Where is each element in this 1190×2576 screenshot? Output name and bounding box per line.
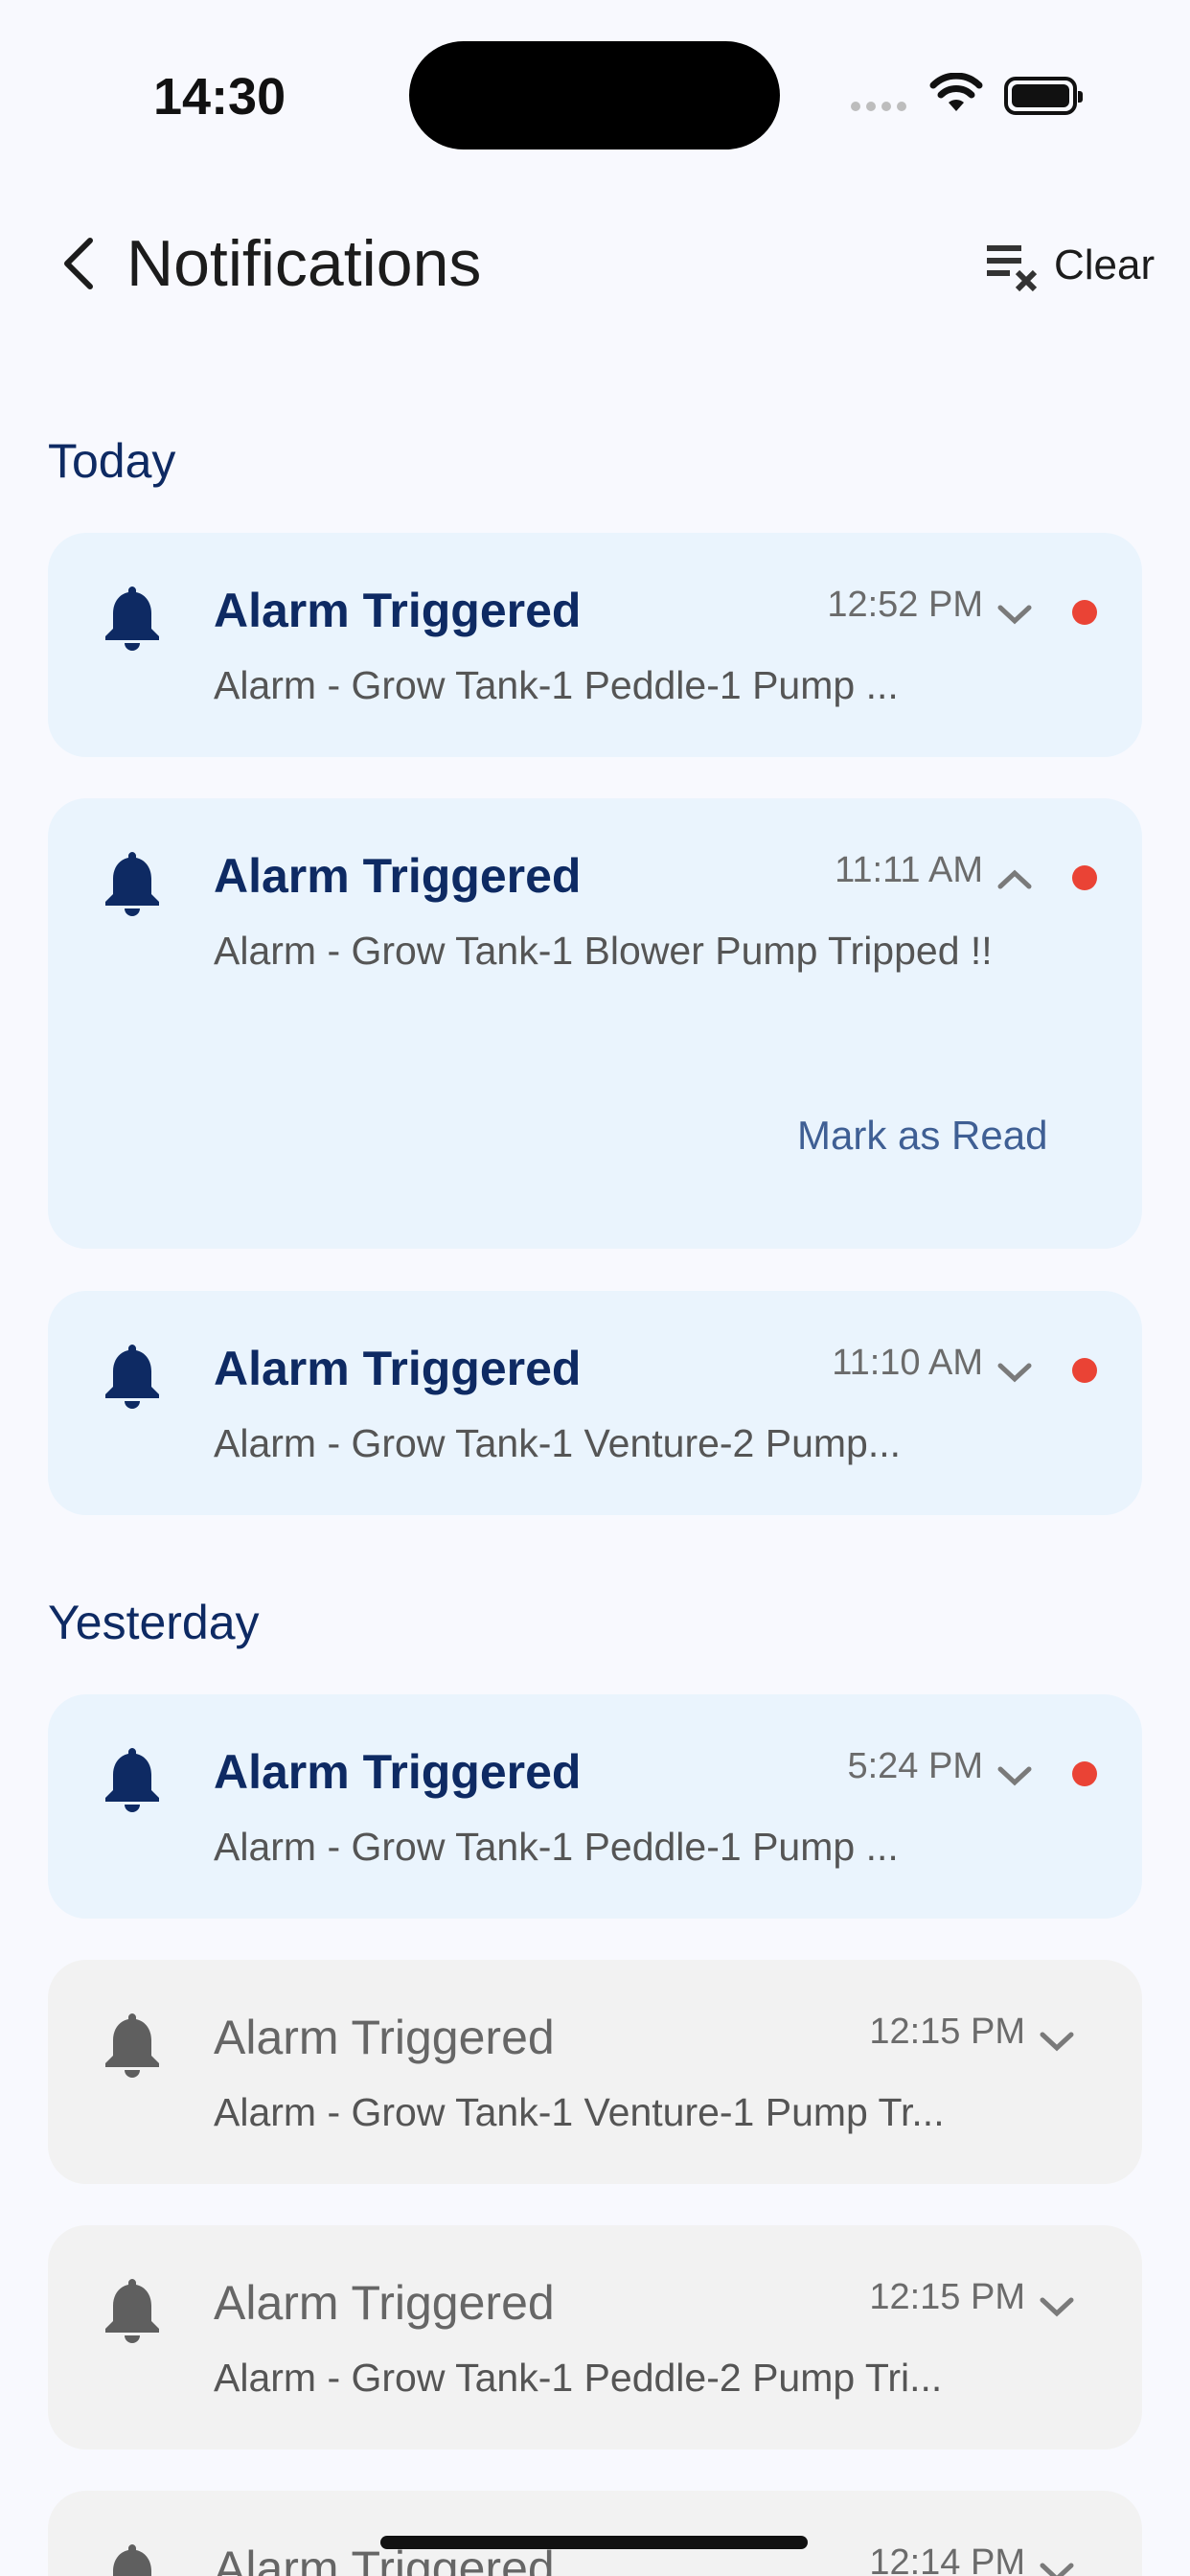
chevron-down-icon[interactable]: [995, 1358, 1035, 1387]
notification-card-read[interactable]: Alarm Triggered 12:15 PM Alarm - Grow Ta…: [48, 2225, 1142, 2450]
cellular-signal-icon: [851, 102, 906, 111]
notification-message: Alarm - Grow Tank-1 Peddle-1 Pump ...: [214, 1825, 899, 1869]
status-time: 14:30: [153, 68, 286, 126]
bell-icon: [113, 2544, 151, 2576]
notification-card-read[interactable]: Alarm Triggered 12:14 PM: [48, 2491, 1142, 2576]
notification-card-read[interactable]: Alarm Triggered 12:15 PM Alarm - Grow Ta…: [48, 1960, 1142, 2184]
chevron-down-icon[interactable]: [995, 600, 1035, 629]
chevron-left-icon: [64, 238, 93, 289]
chevron-down-icon[interactable]: [995, 1761, 1035, 1790]
notification-title: Alarm Triggered: [214, 2276, 555, 2330]
notification-message: Alarm - Grow Tank-1 Peddle-2 Pump Tri...: [214, 2356, 943, 2400]
notification-title: Alarm Triggered: [214, 584, 582, 637]
chevron-up-icon[interactable]: [995, 865, 1035, 894]
dynamic-island: [409, 41, 780, 150]
notification-message: Alarm - Grow Tank-1 Blower Pump Tripped …: [214, 929, 993, 973]
clear-button[interactable]: Clear: [983, 238, 1155, 293]
chevron-down-icon[interactable]: [1037, 2292, 1077, 2321]
notification-title: Alarm Triggered: [214, 2011, 555, 2064]
bell-icon: [105, 1345, 159, 1409]
bell-icon: [105, 2279, 159, 2343]
battery-icon: [1004, 77, 1083, 115]
bell-icon: [105, 586, 159, 651]
notification-title: Alarm Triggered: [214, 1745, 582, 1799]
notification-time: 5:24 PM: [847, 1746, 983, 1786]
unread-dot: [1072, 865, 1097, 890]
notification-card-expanded[interactable]: Alarm Triggered 11:11 AM Alarm - Grow Ta…: [48, 798, 1142, 1249]
unread-dot: [1072, 600, 1097, 625]
back-button[interactable]: [50, 230, 107, 297]
notification-time: 12:14 PM: [869, 2542, 1025, 2576]
unread-dot: [1072, 1358, 1097, 1383]
bell-icon: [105, 852, 159, 916]
wifi-icon: [929, 73, 983, 111]
notification-title: Alarm Triggered: [214, 849, 582, 903]
clear-label: Clear: [1054, 242, 1156, 288]
notification-time: 12:15 PM: [869, 2012, 1025, 2052]
notification-title: Alarm Triggered: [214, 1342, 582, 1395]
section-title-yesterday: Yesterday: [48, 1596, 260, 1649]
notification-time: 12:52 PM: [827, 585, 983, 625]
bell-icon: [105, 1748, 159, 1812]
chevron-down-icon[interactable]: [1037, 2558, 1077, 2576]
home-indicator[interactable]: [380, 2536, 808, 2549]
page-title: Notifications: [126, 227, 482, 300]
notification-time: 11:11 AM: [835, 850, 983, 890]
notification-time: 12:15 PM: [869, 2277, 1025, 2317]
mark-as-read-button[interactable]: Mark as Read: [797, 1113, 1047, 1159]
chevron-down-icon[interactable]: [1037, 2027, 1077, 2056]
section-title-today: Today: [48, 434, 176, 488]
clear-list-icon: [987, 245, 1038, 292]
notification-message: Alarm - Grow Tank-1 Peddle-1 Pump ...: [214, 663, 899, 707]
bell-icon: [105, 2013, 159, 2078]
unread-dot: [1072, 1761, 1097, 1786]
notification-card[interactable]: Alarm Triggered 11:10 AM Alarm - Grow Ta…: [48, 1291, 1142, 1515]
notification-message: Alarm - Grow Tank-1 Venture-1 Pump Tr...: [214, 2090, 945, 2134]
notification-card[interactable]: Alarm Triggered 12:52 PM Alarm - Grow Ta…: [48, 533, 1142, 757]
notification-message: Alarm - Grow Tank-1 Venture-2 Pump...: [214, 1421, 902, 1465]
notification-card[interactable]: Alarm Triggered 5:24 PM Alarm - Grow Tan…: [48, 1694, 1142, 1919]
notification-time: 11:10 AM: [832, 1343, 983, 1383]
